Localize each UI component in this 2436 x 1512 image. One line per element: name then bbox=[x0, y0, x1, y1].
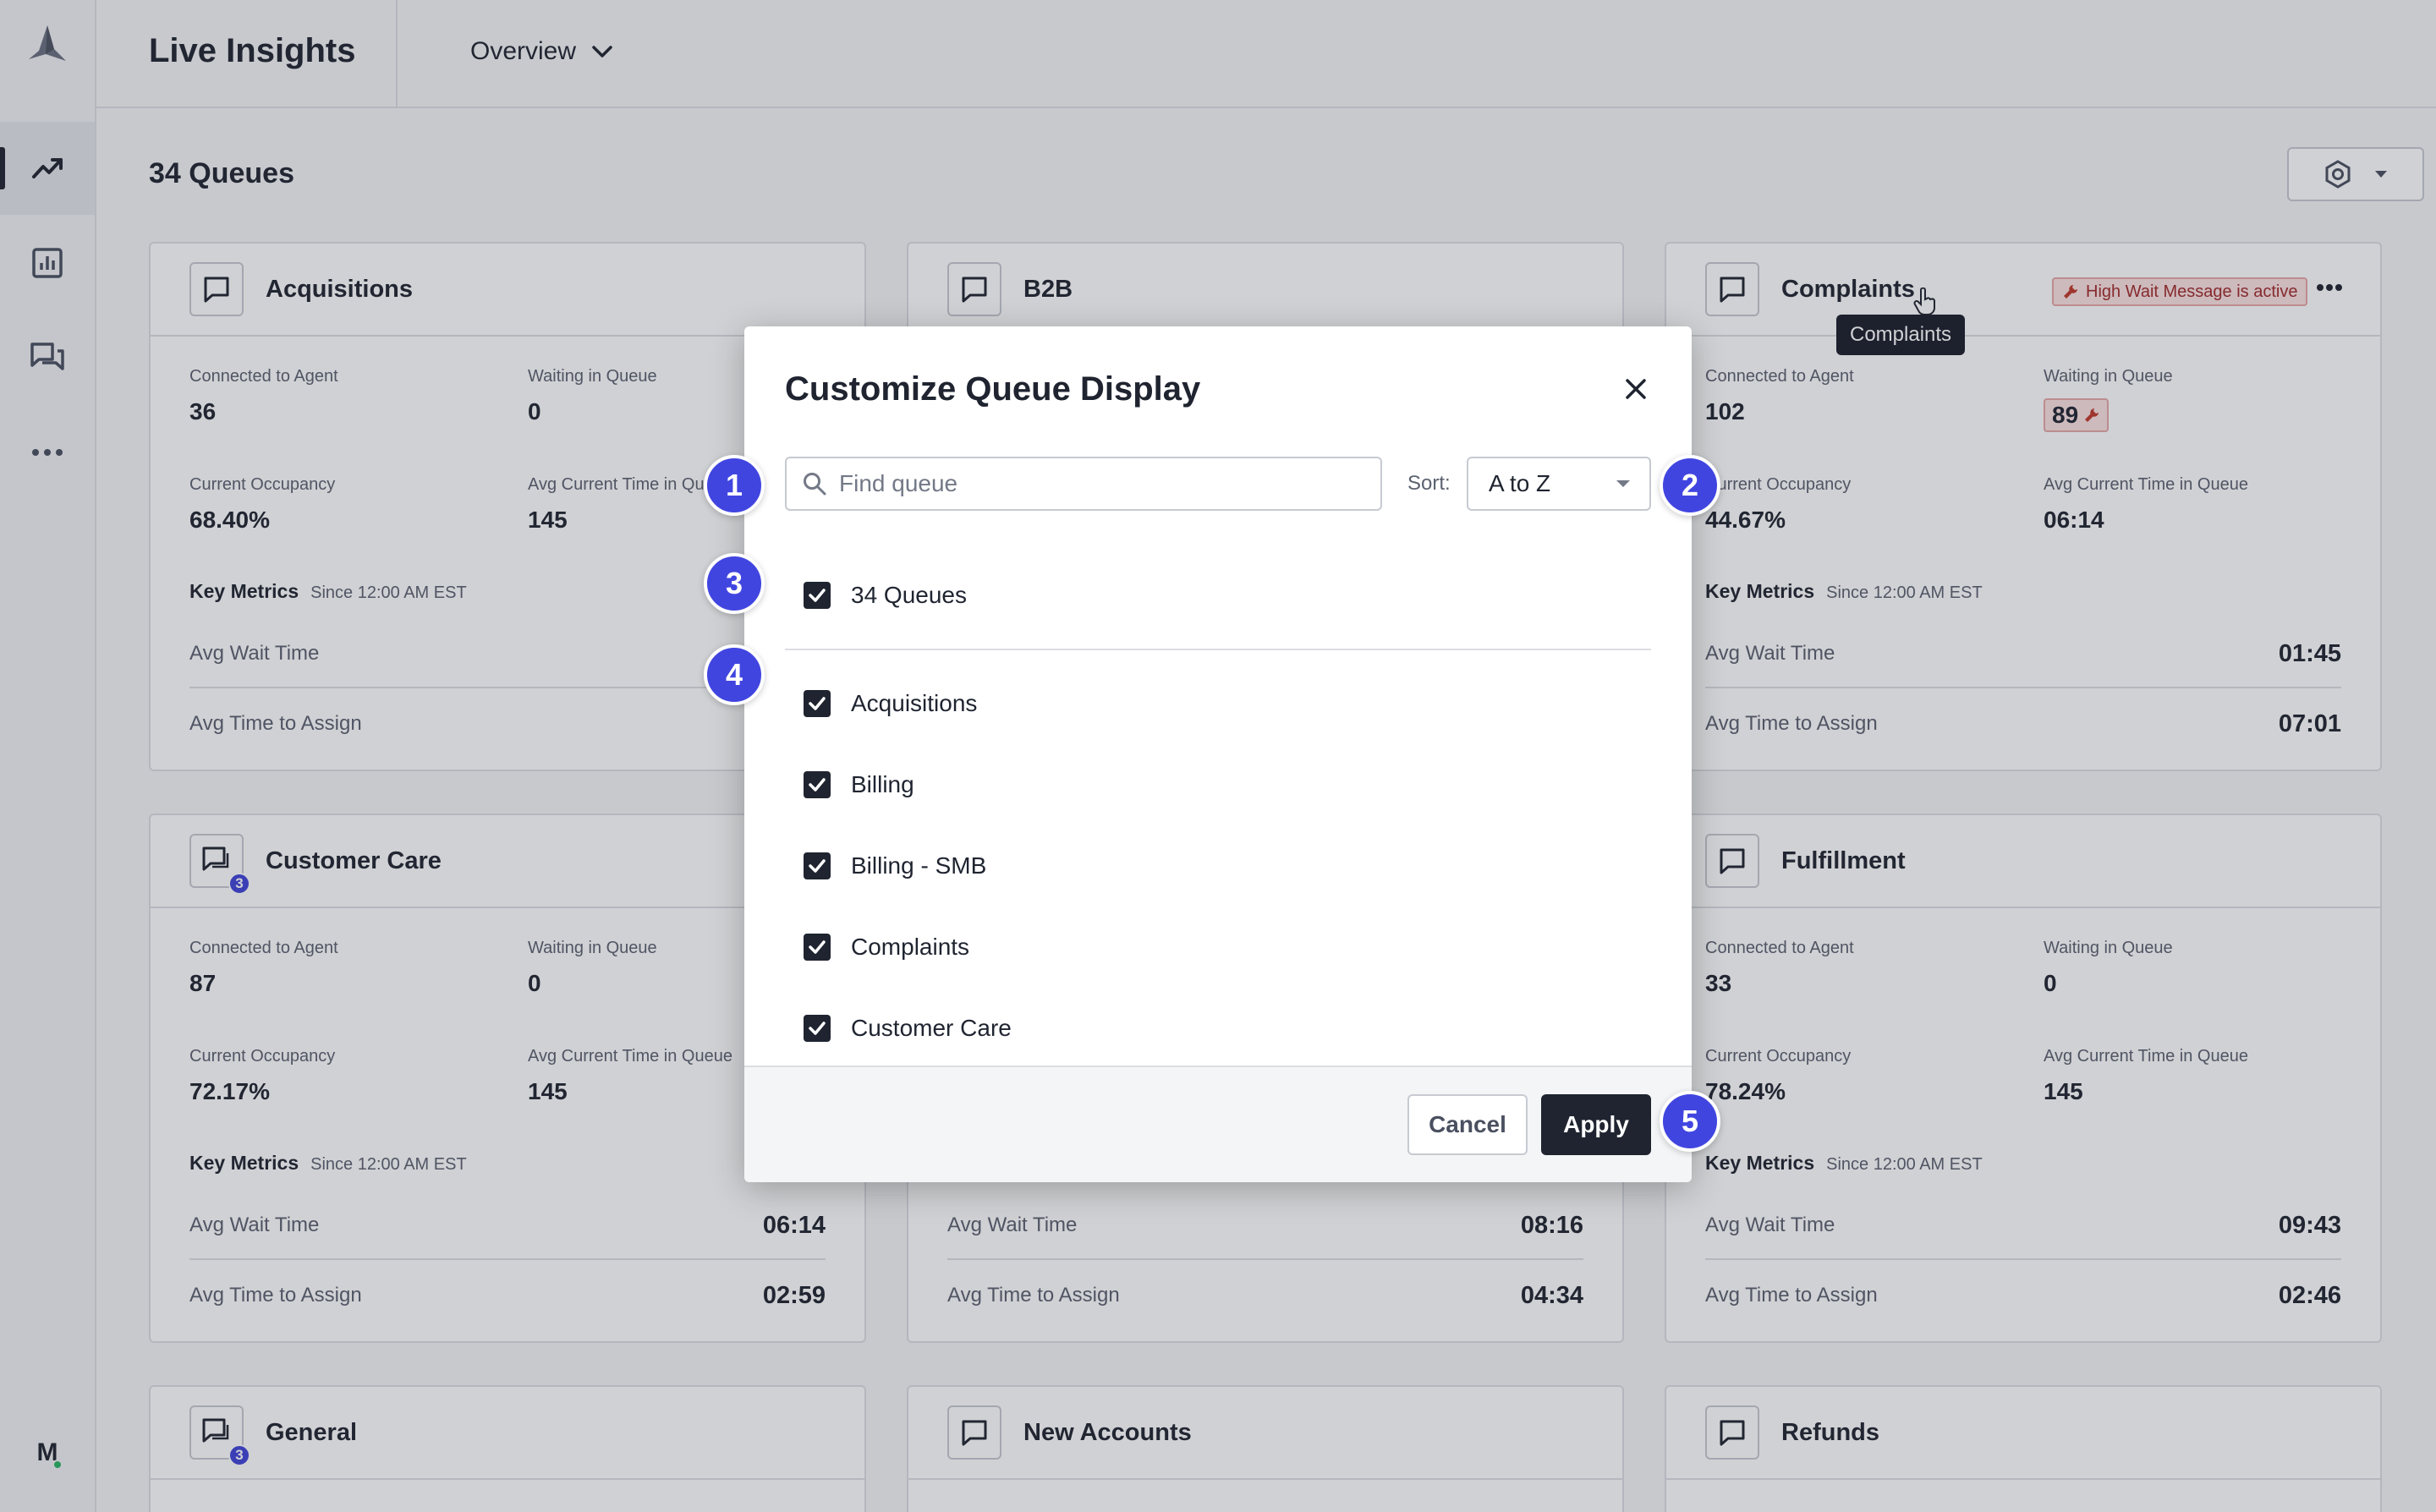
checkbox-checked[interactable] bbox=[804, 852, 831, 879]
check-icon bbox=[809, 1022, 826, 1035]
modal-footer: Cancel Apply bbox=[744, 1066, 1692, 1182]
apply-button[interactable]: Apply bbox=[1541, 1094, 1651, 1155]
queue-option-billing-smb[interactable]: Billing - SMB bbox=[804, 852, 986, 879]
search-icon bbox=[804, 473, 826, 496]
checkbox-checked[interactable] bbox=[804, 771, 831, 798]
checkbox-checked[interactable] bbox=[804, 1015, 831, 1042]
checkbox-checked[interactable] bbox=[804, 934, 831, 961]
caret-down-icon bbox=[1616, 480, 1630, 487]
cancel-button[interactable]: Cancel bbox=[1407, 1094, 1528, 1155]
queue-option-acquisitions[interactable]: Acquisitions bbox=[804, 690, 977, 717]
queue-option-label: Customer Care bbox=[851, 1015, 1012, 1041]
check-icon bbox=[809, 697, 826, 710]
find-queue-input[interactable] bbox=[839, 470, 1347, 497]
queue-option-customer-care[interactable]: Customer Care bbox=[804, 1015, 1012, 1042]
step-marker-2: 2 bbox=[1660, 455, 1720, 516]
customize-queue-modal: Customize Queue Display Sort: A to Z 34 … bbox=[744, 326, 1692, 1182]
close-icon bbox=[1626, 379, 1646, 399]
queue-option-label: Acquisitions bbox=[851, 690, 978, 716]
select-all-queues[interactable]: 34 Queues bbox=[804, 582, 967, 609]
queue-option-label: Billing bbox=[851, 771, 914, 797]
list-divider bbox=[785, 649, 1651, 650]
check-icon bbox=[809, 589, 826, 602]
step-marker-4: 4 bbox=[704, 644, 765, 705]
select-all-label: 34 Queues bbox=[851, 582, 967, 608]
close-button[interactable] bbox=[1617, 370, 1654, 408]
step-marker-5: 5 bbox=[1660, 1091, 1720, 1152]
check-icon bbox=[809, 859, 826, 873]
check-icon bbox=[809, 778, 826, 792]
queue-option-billing[interactable]: Billing bbox=[804, 771, 914, 798]
checkbox-checked[interactable] bbox=[804, 690, 831, 717]
check-icon bbox=[809, 940, 826, 954]
step-marker-1: 1 bbox=[704, 455, 765, 516]
find-queue-field[interactable] bbox=[785, 457, 1382, 511]
sort-value: A to Z bbox=[1489, 470, 1551, 496]
queue-option-label: Billing - SMB bbox=[851, 852, 987, 879]
step-marker-3: 3 bbox=[704, 553, 765, 614]
sort-label: Sort: bbox=[1407, 472, 1451, 495]
sort-select[interactable]: A to Z bbox=[1467, 457, 1651, 511]
modal-title: Customize Queue Display bbox=[785, 370, 1201, 408]
checkbox-checked[interactable] bbox=[804, 582, 831, 609]
queue-option-complaints[interactable]: Complaints bbox=[804, 934, 969, 961]
queue-option-label: Complaints bbox=[851, 934, 970, 960]
